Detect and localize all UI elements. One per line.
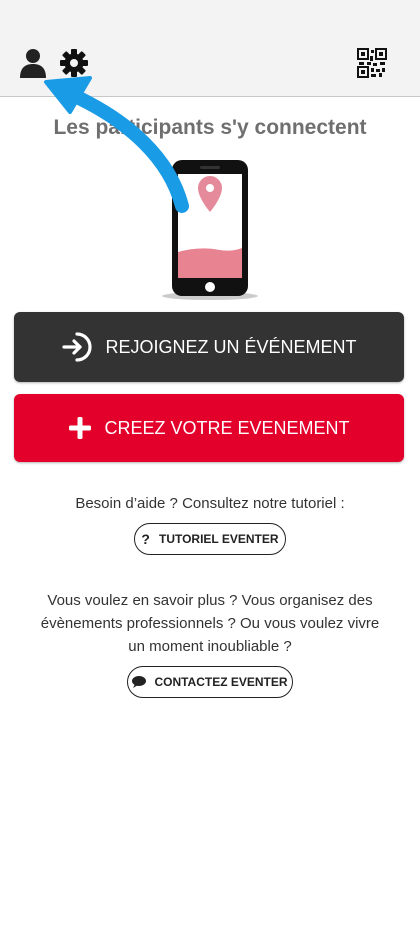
chat-bubble-icon [132,676,147,688]
plus-icon [69,417,92,439]
phone-illustration [162,160,258,300]
user-icon[interactable] [20,48,46,78]
gear-icon[interactable] [60,49,88,77]
more-info-text: Vous voulez en savoir plus ? Vous organi… [40,592,380,655]
tutorial-button-label: TUTORIEL EVENTER [158,532,279,546]
help-text: Besoin d’aide ? Consultez notre tutoriel… [75,495,345,512]
join-event-label: REJOIGNEZ UN ÉVÉNEMENT [105,336,357,357]
create-event-label: CREEZ VOTRE EVENEMENT [104,417,350,438]
question-mark-icon: ? [141,531,150,547]
tutorial-button[interactable]: ? TUTORIEL EVENTER [134,523,286,555]
page-headline: Les participants s'y connectent [53,116,367,139]
contact-button[interactable]: CONTACTEZ EVENTER [127,666,293,698]
login-arrow-icon [62,332,93,362]
contact-button-label: CONTACTEZ EVENTER [154,675,288,689]
create-event-button[interactable]: CREEZ VOTRE EVENEMENT [14,394,404,462]
qr-code-icon[interactable] [357,48,387,78]
join-event-button[interactable]: REJOIGNEZ UN ÉVÉNEMENT [14,312,404,382]
top-app-bar [0,0,420,97]
